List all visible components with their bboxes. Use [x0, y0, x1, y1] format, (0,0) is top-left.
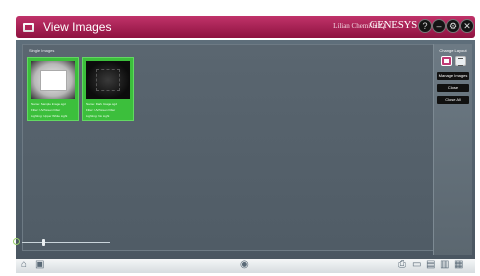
- close-image-button[interactable]: Close: [437, 84, 469, 92]
- window-title: View Images: [43, 20, 112, 34]
- zoom-slider-handle[interactable]: [42, 239, 46, 246]
- manage-images-button[interactable]: Manage Images: [437, 72, 469, 80]
- image-card[interactable]: Name: Sample Image.sgd Filter: UV/Green …: [27, 57, 79, 121]
- close-button[interactable]: ✕: [460, 19, 474, 33]
- home-icon[interactable]: ⌂: [21, 260, 27, 270]
- multi-layout-button[interactable]: [455, 56, 466, 66]
- print-icon[interactable]: ⎙: [398, 260, 406, 270]
- brand-logo: GENESYS: [369, 19, 418, 31]
- capture-icon[interactable]: ▣: [35, 260, 44, 270]
- image-filter-row: Filter: UV/Green Filter: [86, 108, 116, 112]
- image-filter-row: Filter: UV/Green Filter: [31, 108, 61, 112]
- image-thumbnail[interactable]: [31, 61, 75, 99]
- right-sidebar: Change Layout Manage Images Close Close …: [433, 44, 472, 255]
- monitor-icon[interactable]: ▭: [412, 260, 421, 270]
- title-bar: View Images Lilian Chemi-HIQ GENESYS ? –…: [16, 16, 475, 38]
- bottom-toolbar: ⌂ ▣ ◉ ⎙ ▭ ▤ ▥ ▦: [16, 259, 475, 273]
- minimize-button[interactable]: –: [432, 19, 446, 33]
- single-layout-button[interactable]: [441, 56, 452, 66]
- chart-icon[interactable]: ▥: [440, 260, 449, 270]
- image-name-row: Name: Dark Image.sgd: [86, 102, 117, 106]
- single-images-panel: Single Images Name: Sample Image.sgd Fil…: [22, 44, 435, 251]
- image-thumbnail[interactable]: [86, 61, 130, 99]
- image-lighting-row: Lighting: Upper White Light: [31, 114, 68, 118]
- image-name-row: Name: Sample Image.sgd: [31, 102, 66, 106]
- change-layout-label: Change Layout: [439, 48, 467, 53]
- zoom-slider-track[interactable]: [22, 242, 110, 243]
- image-card[interactable]: Name: Dark Image.sgd Filter: UV/Green Fi…: [82, 57, 134, 121]
- image-lighting-row: Lighting: No Light: [86, 114, 110, 118]
- zoom-icon: [13, 238, 20, 245]
- panel-label: Single Images: [29, 48, 55, 53]
- gallery-icon[interactable]: ▦: [454, 260, 463, 270]
- document-icon[interactable]: ▤: [426, 260, 435, 270]
- close-all-button[interactable]: Close All: [437, 96, 469, 104]
- help-button[interactable]: ?: [418, 19, 432, 33]
- settings-button[interactable]: ⚙: [446, 19, 460, 33]
- analysis-icon[interactable]: ◉: [240, 260, 249, 270]
- workspace: Single Images Name: Sample Image.sgd Fil…: [16, 40, 475, 259]
- view-images-app-icon: [23, 22, 34, 32]
